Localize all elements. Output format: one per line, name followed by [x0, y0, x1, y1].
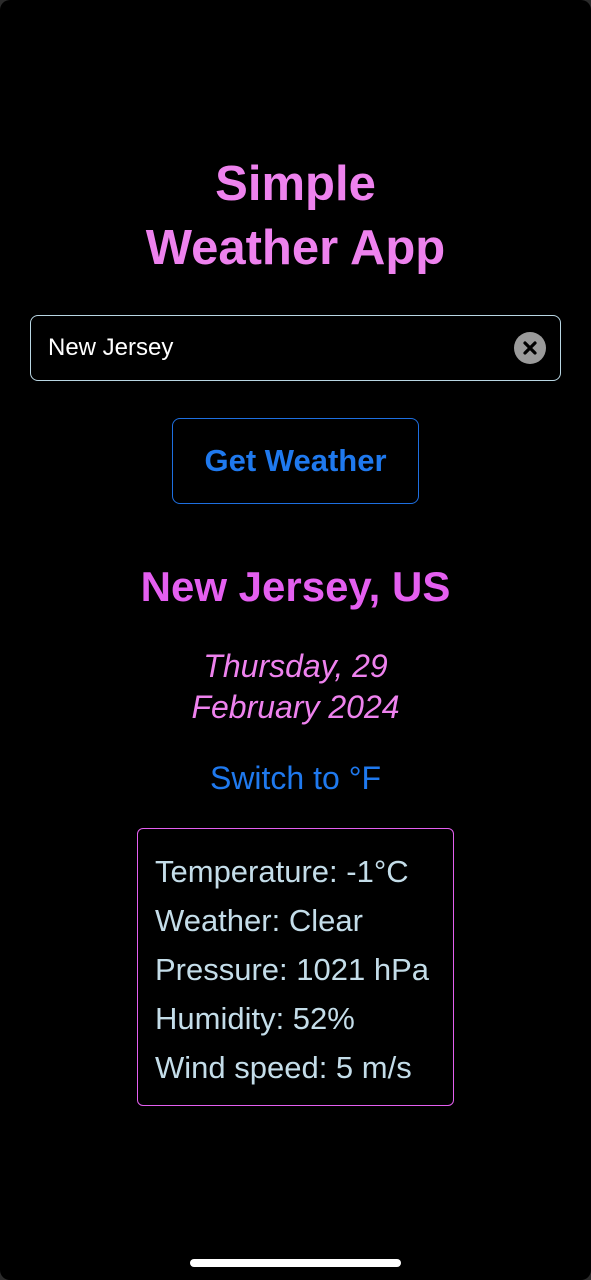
get-weather-button[interactable]: Get Weather: [172, 418, 419, 504]
location-heading: New Jersey, US: [140, 563, 451, 610]
clear-input-button[interactable]: [514, 332, 546, 364]
app-title-line-1: Simple: [215, 157, 376, 211]
app-title: Simple Weather App: [0, 152, 591, 280]
humidity-text: Humidity: 52%: [155, 1001, 355, 1036]
app-title-line-2: Weather App: [145, 221, 446, 275]
date-line-1: Thursday, 29: [203, 648, 388, 684]
date-line-2: February 2024: [191, 689, 400, 725]
date-text: Thursday, 29 February 2024: [0, 646, 591, 728]
switch-unit-link[interactable]: Switch to °F: [0, 758, 591, 798]
city-search-box: [30, 315, 561, 381]
city-search-input[interactable]: [48, 316, 498, 379]
pressure-text: Pressure: 1021 hPa: [155, 952, 430, 987]
app-screen: Simple Weather App Get Weather New Jerse…: [0, 0, 591, 1280]
home-indicator[interactable]: [190, 1259, 401, 1267]
weather-condition-text: Weather: Clear: [155, 903, 363, 938]
wind-speed-text: Wind speed: 5 m/s: [155, 1050, 412, 1085]
close-icon: [523, 341, 537, 355]
weather-details-card: Temperature: -1°C Weather: Clear Pressur…: [137, 828, 454, 1106]
temperature-text: Temperature: -1°C: [155, 854, 409, 889]
